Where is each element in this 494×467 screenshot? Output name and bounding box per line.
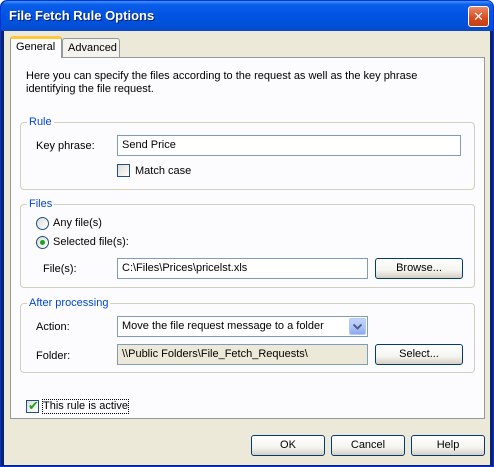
intro-text: Here you can specify the files according… [26, 70, 418, 95]
tab-advanced-label: Advanced [68, 42, 117, 54]
files-legend: Files [27, 198, 55, 211]
window-title: File Fetch Rule Options [9, 8, 155, 23]
after-processing-group: After processing Action: Move the file r… [20, 297, 475, 373]
cancel-button[interactable]: Cancel [331, 435, 405, 456]
title-bar[interactable]: File Fetch Rule Options ✕ [1, 1, 493, 31]
match-case-checkbox[interactable] [117, 164, 130, 177]
browse-button[interactable]: Browse... [375, 258, 463, 279]
general-tab-panel: Here you can specify the files according… [10, 57, 485, 419]
folder-path-field: \\Public Folders\File_Fetch_Requests\ [117, 344, 368, 365]
ok-button[interactable]: OK [251, 435, 325, 456]
match-case-label[interactable]: Match case [135, 165, 191, 178]
any-files-label[interactable]: Any file(s) [53, 217, 102, 230]
action-label: Action: [36, 321, 70, 333]
tab-advanced[interactable]: Advanced [62, 38, 120, 58]
tab-general[interactable]: General [10, 36, 62, 58]
close-button[interactable]: ✕ [468, 6, 489, 27]
rule-active-checkbox[interactable]: ✔ [26, 398, 39, 413]
close-icon: ✕ [473, 9, 484, 24]
after-processing-legend: After processing [27, 297, 111, 310]
rule-legend: Rule [27, 116, 54, 129]
files-path-input[interactable]: C:\Files\Prices\pricelst.xls [117, 258, 368, 279]
key-phrase-label: Key phrase: [36, 140, 95, 152]
radio-selected-dot [40, 240, 45, 245]
selected-files-label[interactable]: Selected file(s): [53, 236, 129, 249]
help-button[interactable]: Help [411, 435, 485, 456]
rule-group: Rule Key phrase: Send Price Match case [20, 116, 475, 190]
key-phrase-input[interactable]: Send Price [117, 135, 461, 156]
tab-general-label: General [16, 41, 56, 53]
selected-files-radio[interactable] [36, 236, 49, 249]
files-group: Files Any file(s) Selected file(s): File… [20, 198, 475, 288]
dialog-client-area: General Advanced Here you can specify th… [4, 31, 490, 465]
action-dropdown-value: Move the file request message to a folde… [122, 320, 324, 332]
dialog-window: File Fetch Rule Options ✕ General Advanc… [0, 0, 494, 467]
folder-label: Folder: [36, 350, 71, 362]
any-files-radio[interactable] [36, 217, 49, 230]
files-label: File(s): [43, 263, 77, 275]
rule-active-label[interactable]: This rule is active [42, 399, 129, 414]
chevron-down-icon[interactable] [349, 318, 366, 335]
action-dropdown[interactable]: Move the file request message to a folde… [117, 316, 368, 337]
checkmark-icon: ✔ [28, 398, 39, 413]
select-folder-button[interactable]: Select... [375, 344, 463, 365]
